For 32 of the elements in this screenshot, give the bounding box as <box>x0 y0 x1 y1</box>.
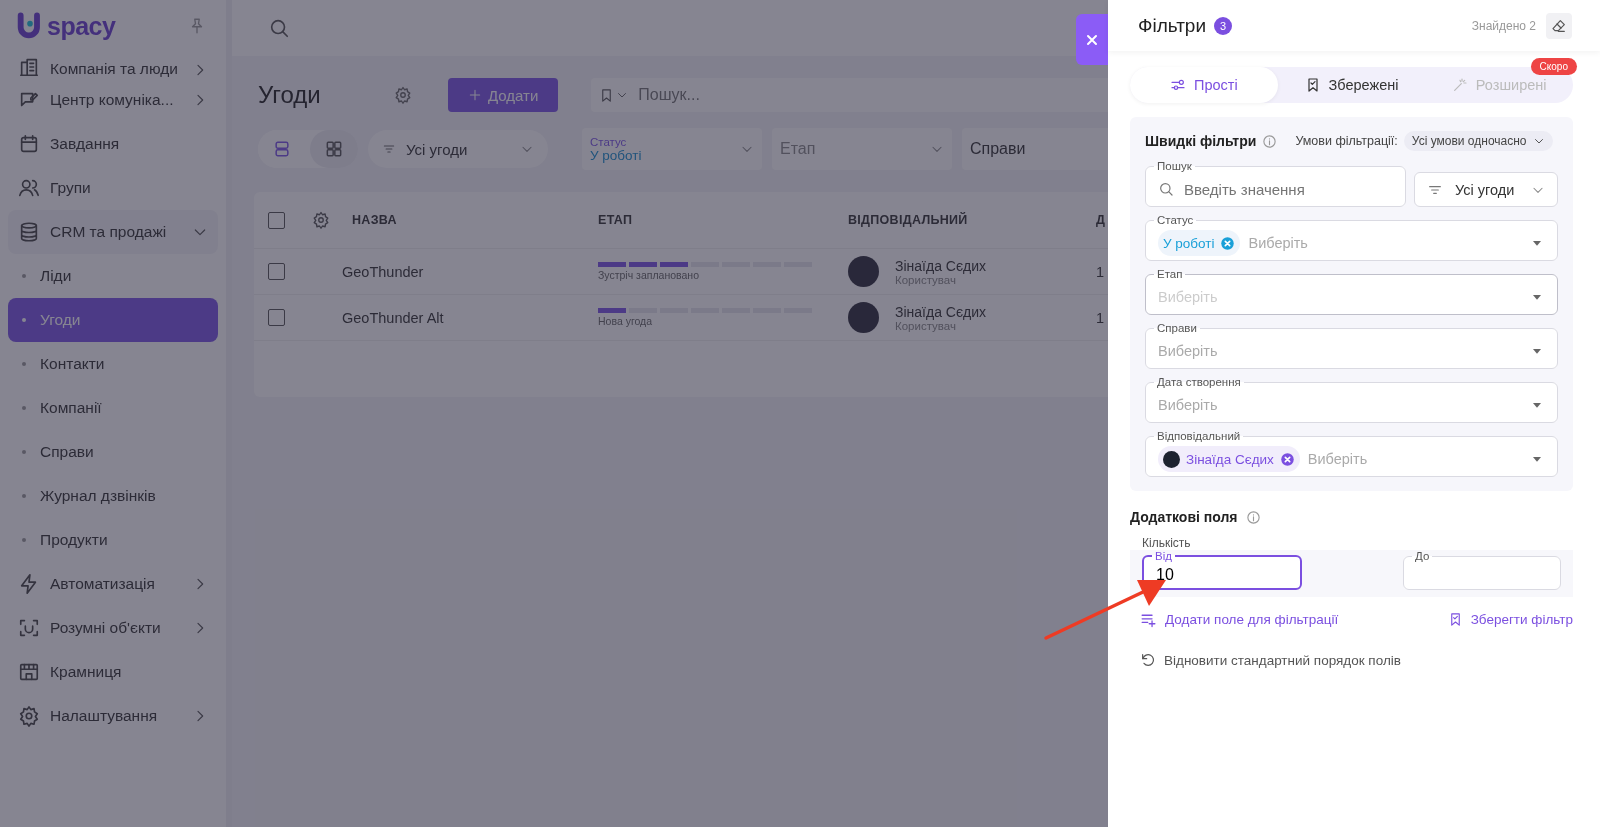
panel-title: Фільтри <box>1138 14 1207 37</box>
count-badge: 3 <box>1214 16 1233 35</box>
filter-value: У роботі <box>590 147 642 163</box>
field-group-label: Кількість <box>1142 536 1192 550</box>
table-cell-text: 1 <box>1096 309 1106 326</box>
user-name: Зінаїда Сєдих <box>895 257 987 274</box>
section-title: Швидкі фільтри <box>1145 133 1257 149</box>
user-name: Зінаїда Сєдих <box>895 303 987 320</box>
field-label: Від <box>1154 550 1173 562</box>
table-cell-text: GeoThunder Alt <box>342 309 445 326</box>
field-label: До <box>1414 550 1431 562</box>
field-label: Справи <box>1156 322 1198 334</box>
filter-label: Статус <box>590 135 628 148</box>
result-count: Знайдено 2 <box>1471 18 1536 33</box>
stage-label: Зустріч заплановано <box>598 269 700 281</box>
soon-badge: Скоро <box>1530 58 1577 75</box>
column-header: Д <box>1096 213 1107 227</box>
field-label: Етап <box>1156 268 1184 280</box>
table-cell-text: GeoThunder <box>342 263 425 280</box>
field-label: Відповідальний <box>1156 430 1242 442</box>
section-title: Додаткові поля <box>1130 509 1238 525</box>
stage-label: Нова угода <box>598 315 654 327</box>
page-title: Угоди <box>258 81 322 109</box>
field-label: Дата створення <box>1156 376 1242 388</box>
field-label: Пошук <box>1156 160 1193 172</box>
logo-text: spacy <box>47 11 116 41</box>
conditions-label: Умови фільтрації: <box>1295 134 1398 148</box>
column-header: ВІДПОВІДАЛЬНИЙ <box>848 213 969 227</box>
column-header: ЕТАП <box>598 213 634 227</box>
column-header: НАЗВА <box>352 213 398 227</box>
table-cell-text: 1 <box>1096 263 1106 280</box>
field-label: Статус <box>1156 214 1195 226</box>
